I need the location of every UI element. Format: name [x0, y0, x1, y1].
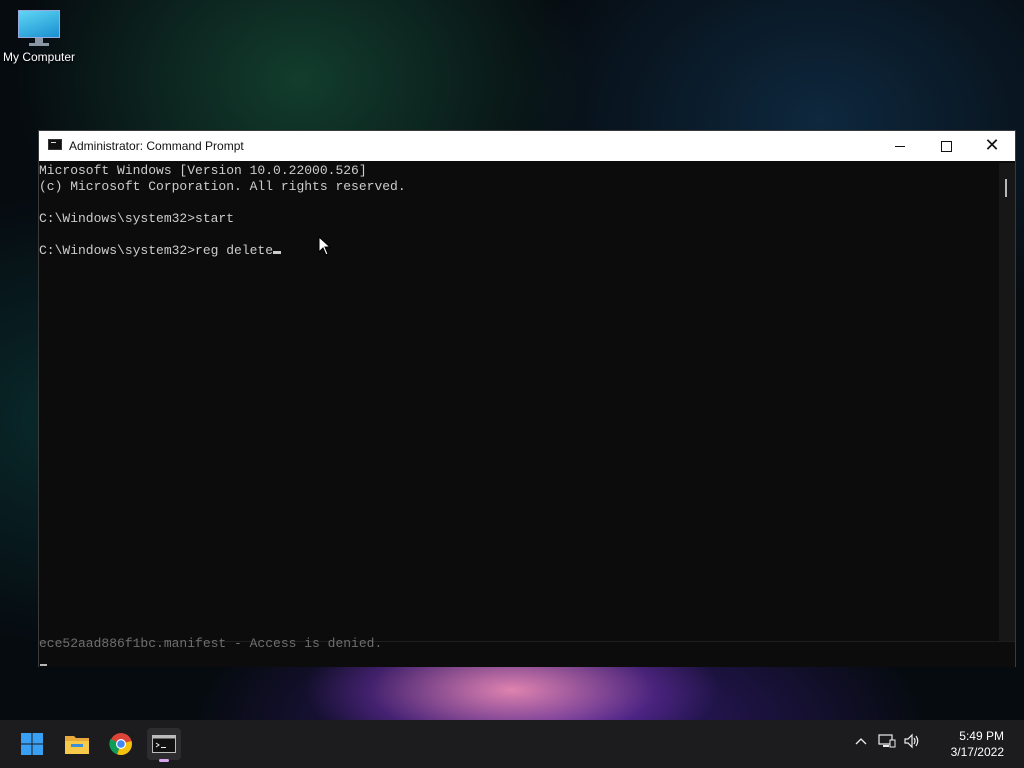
command-prompt-icon [152, 735, 176, 753]
file-explorer-icon [65, 736, 89, 754]
clock-date: 3/17/2022 [950, 745, 1004, 759]
start-icon [21, 733, 43, 755]
command-prompt-window[interactable]: Administrator: Command Prompt ✕ Microsof… [38, 130, 1016, 667]
monitor-icon [18, 10, 60, 46]
console-line: (c) Microsoft Corporation. All rights re… [39, 179, 406, 194]
chevron-up-icon[interactable] [854, 735, 868, 750]
console-output[interactable]: Microsoft Windows [Version 10.0.22000.52… [39, 163, 1001, 639]
desktop-icon-label: My Computer [2, 50, 76, 64]
taskbar: 5:49 PM 3/17/2022 [0, 720, 1024, 768]
console-line: Microsoft Windows [Version 10.0.22000.52… [39, 163, 367, 178]
active-indicator [159, 759, 169, 762]
volume-icon[interactable] [903, 733, 921, 753]
console-line: C:\Windows\system32>start [39, 211, 235, 226]
minimize-icon [895, 145, 905, 147]
maximize-button[interactable] [923, 131, 969, 161]
console-prompt-text: C:\Windows\system32>reg delete [39, 243, 274, 258]
window-title: Administrator: Command Prompt [69, 139, 244, 153]
clock[interactable]: 5:49 PM 3/17/2022 [951, 728, 1004, 760]
desktop-icon-my-computer[interactable]: My Computer [2, 10, 76, 64]
minimize-button[interactable] [877, 131, 923, 161]
command-prompt-icon [48, 139, 62, 150]
network-icon[interactable] [878, 733, 896, 753]
clock-time: 5:49 PM [959, 729, 1004, 743]
system-tray: 5:49 PM 3/17/2022 [844, 720, 1024, 768]
close-button[interactable]: ✕ [969, 131, 1015, 161]
title-bar[interactable]: Administrator: Command Prompt ✕ [39, 131, 1015, 161]
console-lower-pane: ece52aad886f1bc.manifest - Access is den… [39, 636, 1015, 667]
command-prompt-taskbar-button[interactable] [147, 728, 181, 762]
text-cursor [273, 251, 282, 254]
horizontal-scrollbar-thumb[interactable] [40, 664, 47, 666]
scrollbar-thumb[interactable] [1005, 179, 1007, 197]
chrome-button[interactable] [104, 728, 138, 760]
mouse-pointer-icon [318, 236, 332, 256]
chrome-icon [109, 733, 132, 756]
file-explorer-button[interactable] [60, 728, 94, 760]
vertical-scrollbar[interactable] [999, 163, 1015, 641]
console-input-line[interactable]: C:\Windows\system32>reg delete [39, 243, 1001, 259]
faded-console-text: ece52aad886f1bc.manifest - Access is den… [39, 636, 383, 651]
maximize-icon [940, 140, 952, 152]
start-button[interactable] [15, 728, 49, 760]
close-icon: ✕ [984, 135, 1000, 156]
